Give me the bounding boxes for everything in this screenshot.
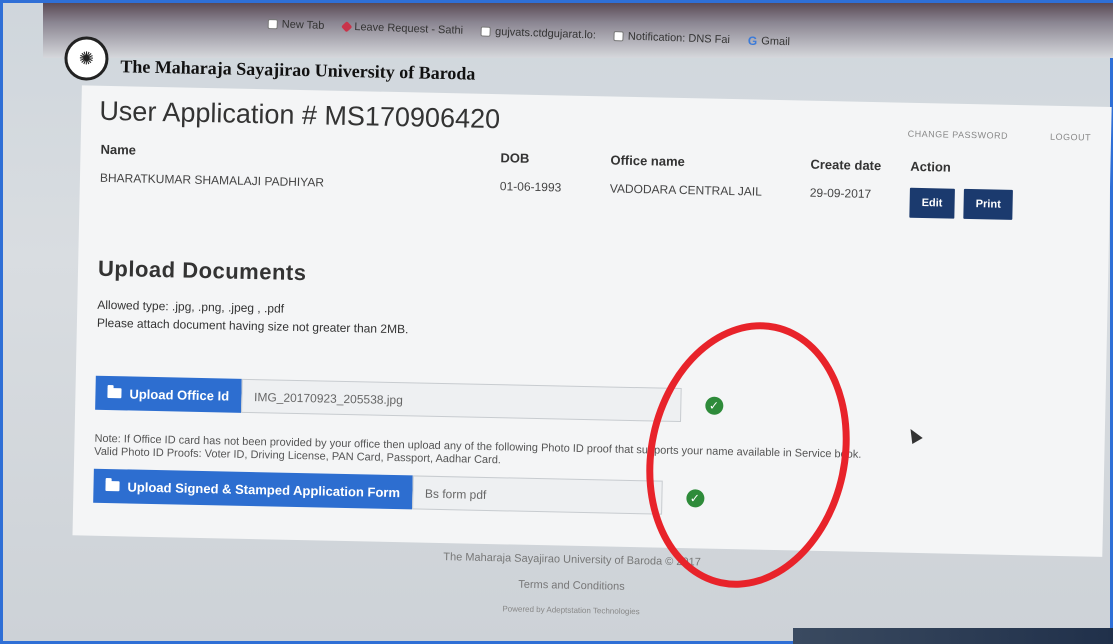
upload-office-id-label: Upload Office Id	[129, 385, 230, 404]
bookmark-new-tab[interactable]: New Tab	[267, 17, 325, 33]
column-header-action: Action	[910, 158, 951, 175]
column-header-dob: DOB	[500, 150, 530, 166]
web-page: ✺ The Maharaja Sayajirao University of B…	[50, 33, 1113, 644]
bookmark-label: Leave Request - Sathi	[354, 21, 464, 37]
powered-by-text: Powered by Adeptstation Technologies	[502, 604, 640, 617]
edit-button[interactable]: Edit	[909, 187, 955, 219]
bookmark-gujvats[interactable]: gujvats.ctdgujarat.lo:	[480, 24, 597, 42]
bookmark-leave-request[interactable]: Leave Request - Sathi	[340, 20, 464, 38]
page-icon	[613, 31, 625, 42]
office-id-filename: IMG_20170923_205538.jpg	[240, 378, 682, 423]
cell-create-date: 29-09-2017	[809, 185, 872, 201]
upload-office-id-button[interactable]: Upload Office Id	[95, 375, 242, 413]
print-button[interactable]: Print	[963, 188, 1014, 220]
application-form-filename: Bs form pdf	[411, 475, 663, 515]
column-header-office: Office name	[610, 152, 686, 170]
page-title: User Application # MS170906420	[99, 95, 501, 135]
upload-instructions: Allowed type: .jpg, .png, .jpeg , .pdf P…	[97, 296, 409, 339]
folder-open-icon	[107, 388, 122, 399]
upload-application-form-button[interactable]: Upload Signed & Stamped Application Form	[93, 468, 413, 510]
bookmark-label: Gmail	[761, 35, 791, 49]
cell-dob: 01-06-1993	[499, 179, 562, 195]
cell-office: VADODARA CENTRAL JAIL	[609, 181, 763, 199]
bookmark-label: New Tab	[281, 18, 325, 32]
application-card: CHANGE PASSWORD LOGOUT User Application …	[72, 85, 1112, 557]
taskbar	[793, 628, 1113, 644]
photo-frame: New Tab Leave Request - Sathi gujvats.ct…	[0, 0, 1113, 644]
logout-link[interactable]: LOGOUT	[1050, 132, 1091, 143]
university-logo-icon: ✺	[64, 36, 109, 81]
bookmark-label: Notification: DNS Fai	[627, 30, 731, 47]
upload-application-form-label: Upload Signed & Stamped Application Form	[127, 478, 401, 500]
folder-open-icon	[105, 480, 120, 492]
diamond-icon	[340, 21, 352, 33]
account-links: CHANGE PASSWORD LOGOUT	[908, 129, 1092, 143]
page-icon	[480, 26, 492, 37]
university-name: The Maharaja Sayajirao University of Bar…	[120, 55, 476, 84]
application-form-upload-row: Upload Signed & Stamped Application Form…	[93, 468, 705, 516]
upload-documents-heading: Upload Documents	[97, 255, 307, 286]
application-table: Name DOB Office name Create date Action …	[99, 136, 1080, 230]
office-id-upload-row: Upload Office Id IMG_20170923_205538.jpg…	[95, 375, 724, 423]
google-icon: G	[747, 33, 758, 49]
bookmark-label: gujvats.ctdgujarat.lo:	[494, 25, 597, 42]
cell-action: Edit Print	[909, 180, 1080, 230]
page-footer: The Maharaja Sayajirao University of Bar…	[51, 543, 1092, 640]
change-password-link[interactable]: CHANGE PASSWORD	[908, 129, 1009, 141]
column-header-create-date: Create date	[810, 156, 882, 174]
cell-name: BHARATKUMAR SHAMALAJI PADHIYAR	[99, 170, 325, 190]
page-icon	[267, 18, 278, 30]
